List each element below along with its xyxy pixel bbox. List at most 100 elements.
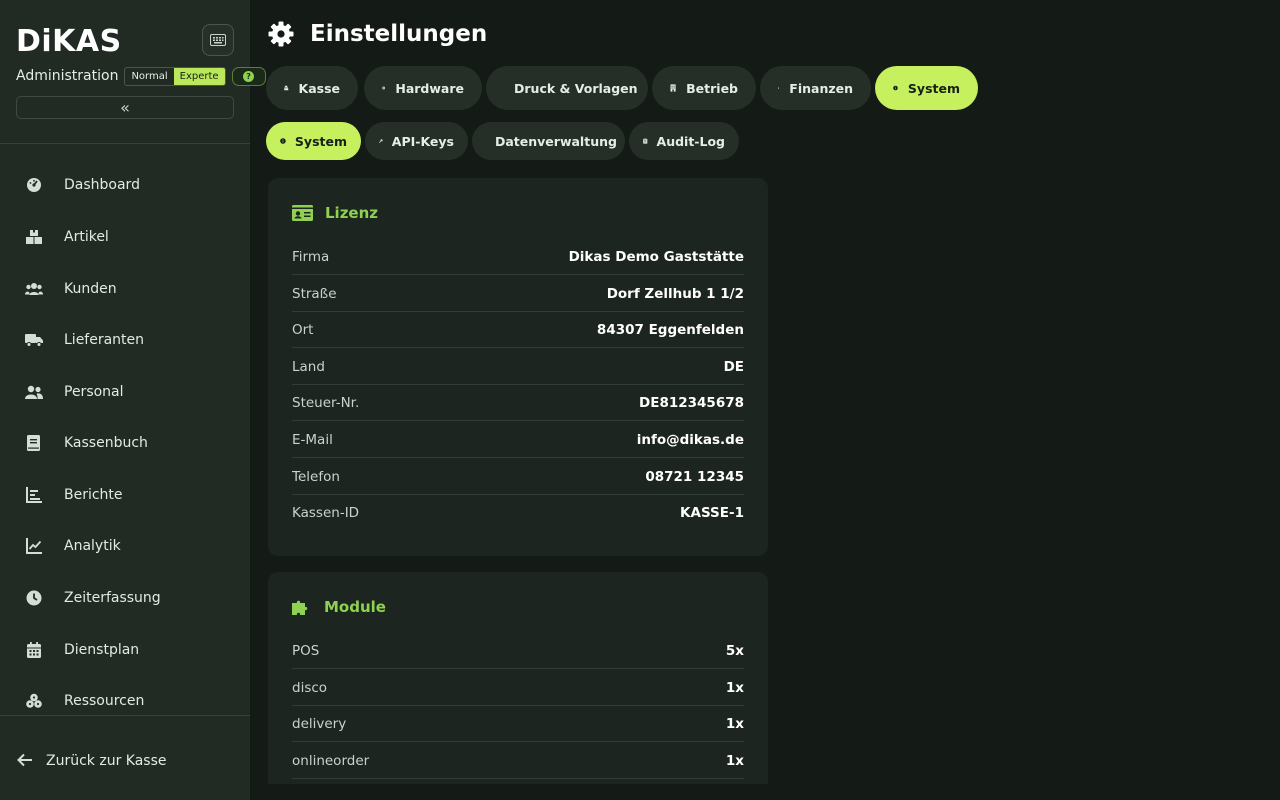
- users-icon: [25, 280, 43, 298]
- back-label: Zurück zur Kasse: [46, 753, 167, 769]
- sidebar-item-label: Personal: [64, 384, 124, 400]
- admin-row: Administration Normal Experte ?: [16, 66, 266, 86]
- row-key: Telefon: [292, 468, 340, 485]
- coins-icon: [778, 87, 780, 89]
- double-chevron-left-icon: «: [120, 98, 130, 117]
- brand-logo[interactable]: DiKAS: [16, 23, 122, 59]
- row-value: DE: [723, 358, 744, 375]
- sidebar-item-analytik[interactable]: Analytik: [0, 526, 250, 566]
- tab-hardware[interactable]: Hardware: [364, 66, 482, 110]
- license-row-steuer-nr: Steuer-Nr. DE812345678: [292, 385, 744, 421]
- row-key: Steuer-Nr.: [292, 394, 360, 411]
- sidebar-item-label: Artikel: [64, 229, 109, 245]
- sidebar-item-label: Kunden: [64, 281, 117, 297]
- license-row-telefon: Telefon 08721 12345: [292, 459, 744, 495]
- tab-kasse[interactable]: Kasse: [266, 66, 358, 110]
- sidebar-item-kunden[interactable]: Kunden: [0, 269, 250, 309]
- subtab-datenverwaltung[interactable]: Datenverwaltung: [472, 122, 625, 160]
- sidebar-item-berichte[interactable]: Berichte: [0, 475, 250, 515]
- row-value: 1x: [725, 752, 744, 769]
- row-key: Kassen-ID: [292, 505, 360, 521]
- row-key: Land: [292, 358, 325, 375]
- row-key: disco: [292, 679, 328, 696]
- tab-finanzen[interactable]: Finanzen: [760, 66, 871, 110]
- book-icon: [25, 434, 43, 452]
- module-row-disco: disco 1x: [292, 670, 744, 706]
- sidebar: DiKAS Administration Normal Experte ? « …: [0, 0, 266, 800]
- row-key: onlineorder: [292, 752, 370, 769]
- modules-card-title: Module: [324, 598, 386, 616]
- license-row-email: E-Mail info@dikas.de: [292, 422, 744, 458]
- subtab-label: Datenverwaltung: [495, 133, 617, 149]
- sidebar-item-label: Ressourcen: [64, 693, 145, 709]
- mode-toggle: Normal Experte: [124, 66, 226, 86]
- subtab-api-keys[interactable]: API-Keys: [365, 122, 468, 160]
- row-key: Firma: [292, 248, 330, 265]
- row-value: DE812345678: [639, 394, 744, 411]
- sidebar-item-label: Kassenbuch: [64, 435, 148, 451]
- user-group-icon: [25, 383, 43, 401]
- bar-chart-icon: [25, 486, 43, 504]
- arrow-left-icon: [17, 752, 33, 771]
- logo-text: DiKAS: [16, 23, 122, 59]
- row-key: Straße: [292, 285, 337, 302]
- modules-card: Module POS 5x disco 1x delivery 1x onlin…: [268, 572, 768, 800]
- cubes-icon: [25, 692, 43, 710]
- license-card: Lizenz Firma Dikas Demo Gaststätte Straß…: [268, 178, 768, 556]
- tab-system[interactable]: System: [875, 66, 978, 110]
- help-icon: ?: [243, 70, 255, 82]
- row-key: delivery: [292, 715, 347, 732]
- collapse-sidebar-button[interactable]: «: [16, 96, 234, 119]
- tab-label: Finanzen: [789, 80, 853, 96]
- sidebar-item-label: Analytik: [64, 538, 121, 554]
- row-value: info@dikas.de: [636, 431, 744, 448]
- module-row-onlineorder: onlineorder 1x: [292, 743, 744, 779]
- sidebar-divider-top: [0, 143, 250, 144]
- admin-label: Administration: [16, 68, 119, 84]
- sidebar-item-label: Lieferanten: [64, 332, 145, 348]
- row-value: 1x: [725, 715, 744, 732]
- truck-icon: [25, 331, 43, 349]
- sidebar-item-dashboard[interactable]: Dashboard: [0, 165, 250, 205]
- chip-icon: [382, 86, 386, 90]
- row-value: KASSE-1: [680, 505, 744, 521]
- subtab-system[interactable]: System: [266, 122, 361, 160]
- clock-icon: [25, 589, 43, 607]
- puzzle-icon: [292, 600, 308, 615]
- bottom-fade: [250, 784, 1280, 800]
- mode-normal-button[interactable]: Normal: [125, 68, 173, 85]
- row-value: 08721 12345: [645, 468, 744, 485]
- help-button[interactable]: ?: [231, 66, 266, 86]
- sidebar-item-dienstplan[interactable]: Dienstplan: [0, 630, 250, 670]
- tab-label: Druck & Vorlagen: [514, 80, 638, 96]
- sidebar-item-artikel[interactable]: Artikel: [0, 217, 250, 257]
- sidebar-item-kassenbuch[interactable]: Kassenbuch: [0, 423, 250, 463]
- sidebar-item-personal[interactable]: Personal: [0, 372, 250, 412]
- gear-icon: [268, 21, 294, 47]
- row-value: Dikas Demo Gaststätte: [568, 248, 744, 265]
- clipboard-icon: [643, 138, 648, 144]
- license-row-land: Land DE: [292, 349, 744, 385]
- tab-druck-vorlagen[interactable]: Druck & Vorlagen: [486, 66, 648, 110]
- license-card-header: Lizenz: [292, 201, 378, 225]
- page-header: Einstellungen: [268, 18, 487, 50]
- tab-betrieb[interactable]: Betrieb: [652, 66, 756, 110]
- sidebar-item-label: Berichte: [64, 487, 123, 503]
- sidebar-item-label: Dienstplan: [64, 642, 140, 658]
- keyboard-button[interactable]: [202, 24, 234, 56]
- tab-label: System: [907, 80, 960, 96]
- boxes-icon: [25, 228, 43, 246]
- sidebar-item-zeiterfassung[interactable]: Zeiterfassung: [0, 578, 250, 618]
- subtab-audit-log[interactable]: Audit-Log: [629, 122, 739, 160]
- info-icon: [280, 138, 286, 144]
- back-to-register-link[interactable]: Zurück zur Kasse: [0, 746, 250, 776]
- mode-expert-button[interactable]: Experte: [173, 67, 225, 85]
- key-icon: [379, 139, 383, 143]
- tab-label: Hardware: [395, 80, 464, 96]
- sidebar-item-lieferanten[interactable]: Lieferanten: [0, 320, 250, 360]
- row-key: POS: [292, 642, 320, 659]
- sidebar-item-label: Dashboard: [64, 177, 140, 193]
- module-row-pos: POS 5x: [292, 633, 744, 669]
- row-key: E-Mail: [292, 431, 333, 448]
- license-row-ort: Ort 84307 Eggenfelden: [292, 312, 744, 348]
